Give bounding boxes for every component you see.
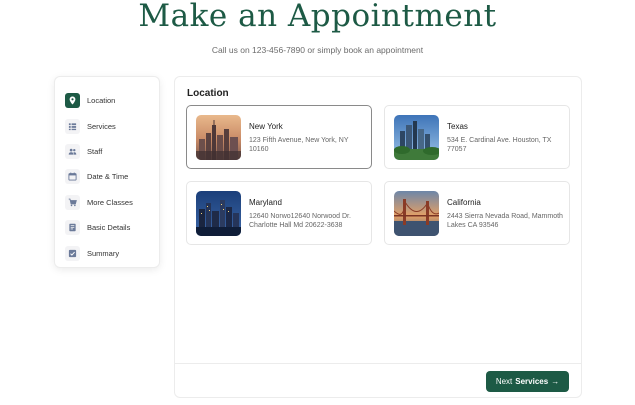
list-icon [65, 118, 80, 134]
step-label: Location [87, 96, 116, 106]
step-label: Basic Details [87, 223, 131, 233]
new-york-photo [196, 115, 241, 160]
location-address: 123 Fifth Avenue, New York, NY 10160 [249, 137, 349, 153]
maryland-photo [196, 191, 241, 236]
step-label: Date & Time [87, 172, 129, 182]
location-card-california[interactable]: California 2443 Sierra Nevada Road, Mamm… [384, 181, 570, 245]
location-address: 2443 Sierra Nevada Road, Mammoth Lakes C… [447, 213, 563, 229]
california-photo [394, 191, 439, 236]
page-title: Make an Appointment [138, 0, 497, 34]
page-subtitle: Call us on 123-456-7890 or simply book a… [211, 45, 424, 55]
panel-title: Location [187, 88, 229, 99]
calendar-icon [65, 169, 80, 185]
step-label: Services [87, 121, 116, 131]
step-summary[interactable]: Summary [55, 240, 159, 265]
location-address: 534 E. Cardinal Ave. Houston, TX 77057 [447, 137, 552, 153]
checkbox-icon [65, 245, 80, 261]
location-card-new-york[interactable]: New York 123 Fifth Avenue, New York, NY … [186, 105, 372, 169]
footer-divider [175, 363, 581, 364]
step-location[interactable]: Location [55, 88, 159, 113]
step-date-time[interactable]: Date & Time [55, 164, 159, 189]
location-name: Maryland [249, 198, 282, 207]
location-panel: Location New York 123 Fifth Avenue, New … [174, 76, 582, 398]
location-name: New York [249, 122, 283, 131]
step-staff[interactable]: Staff [55, 139, 159, 164]
step-basic-details[interactable]: Basic Details [55, 215, 159, 240]
next-button-label: Services [515, 377, 549, 386]
step-label: Staff [87, 146, 103, 156]
next-services-button[interactable]: Next Services → [486, 371, 569, 392]
step-label: Summary [87, 248, 120, 258]
map-pin-icon [65, 93, 80, 109]
location-address: 12640 Norwo12640 Norwood Dr. Charlotte H… [249, 213, 351, 229]
texas-photo [394, 115, 439, 160]
arrow-right-icon: → [551, 377, 560, 386]
location-card-maryland[interactable]: Maryland 12640 Norwo12640 Norwood Dr. Ch… [186, 181, 372, 245]
document-icon [65, 220, 80, 236]
location-card-texas[interactable]: Texas 534 E. Cardinal Ave. Houston, TX 7… [384, 105, 570, 169]
cart-icon [65, 194, 80, 210]
location-name: California [447, 198, 481, 207]
location-name: Texas [447, 122, 468, 131]
step-services[interactable]: Services [55, 113, 159, 138]
step-label: More Classes [87, 197, 133, 207]
people-icon [65, 143, 80, 159]
step-more-classes[interactable]: More Classes [55, 190, 159, 215]
steps-sidebar: Location Services Staff Date & Time More… [54, 76, 160, 268]
next-button-prefix: Next [495, 377, 513, 386]
